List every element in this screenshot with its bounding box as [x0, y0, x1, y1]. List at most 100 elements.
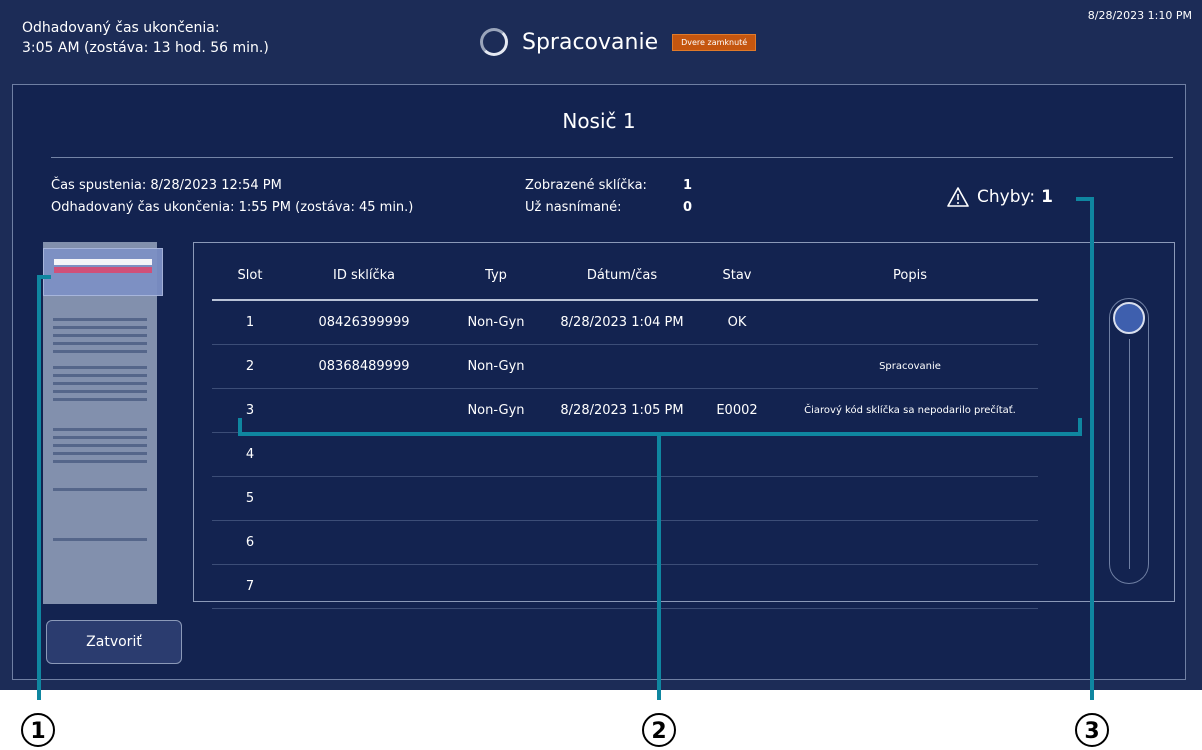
table-header-row: Slot ID sklíčka Typ Dátum/čas Stav Popis [212, 251, 1038, 301]
cell-status: E0002 [692, 388, 782, 433]
overall-eta: Odhadovaný čas ukončenia: 3:05 AM (zostá… [22, 18, 269, 58]
carrier-slide-map[interactable] [43, 242, 163, 604]
cell-slot: 1 [212, 300, 288, 345]
divider [51, 157, 1173, 158]
slider-handle[interactable] [1113, 302, 1145, 334]
slides-table: Slot ID sklíčka Typ Dátum/čas Stav Popis… [212, 251, 1038, 609]
vertical-scroll-slider[interactable] [1109, 298, 1149, 584]
callout-2-line [657, 434, 661, 700]
cell-description [782, 520, 1038, 565]
shown-slides-value: 1 [683, 178, 693, 193]
cell-slide-id [288, 388, 440, 433]
callout-1-line [37, 275, 51, 279]
col-slide-id: ID sklíčka [288, 251, 440, 301]
cell-slide-id [288, 476, 440, 521]
cell-status [692, 520, 782, 565]
callout-2-bracket [1078, 418, 1082, 436]
callout-1-line [37, 275, 41, 700]
cell-type [440, 432, 552, 477]
cell-slot: 7 [212, 564, 288, 609]
slot-line [53, 342, 147, 345]
slot-line [53, 350, 147, 353]
cell-type [440, 564, 552, 609]
carrier-eta: Odhadovaný čas ukončenia: 1:55 PM (zostá… [51, 200, 414, 215]
slide-counts: Zobrazené sklíčka: 1 Už nasnímané: 0 [525, 175, 692, 219]
col-datetime: Dátum/čas [552, 251, 692, 301]
errors-count: 1 [1041, 187, 1053, 207]
processing-status: Spracovanie Dvere zamknuté [480, 22, 757, 62]
slot-line [53, 326, 147, 329]
table-row[interactable]: 7 [212, 564, 1038, 609]
cell-datetime: 8/28/2023 1:05 PM [552, 388, 692, 433]
cell-description [782, 564, 1038, 609]
system-clock: 8/28/2023 1:10 PM [1087, 9, 1192, 22]
cell-description: Spracovanie [782, 344, 1038, 389]
cell-datetime: 8/28/2023 1:04 PM [552, 300, 692, 345]
cell-description [782, 300, 1038, 345]
callout-3-line [1090, 197, 1094, 700]
cell-type [440, 476, 552, 521]
cell-slot: 5 [212, 476, 288, 521]
warning-triangle-icon [947, 187, 969, 207]
cell-datetime [552, 344, 692, 389]
cell-type: Non-Gyn [440, 388, 552, 433]
slot-line [53, 452, 147, 455]
table-row[interactable]: 4 [212, 432, 1038, 477]
cell-datetime [552, 476, 692, 521]
slot-line [53, 460, 147, 463]
top-status-bar: Odhadovaný čas ukončenia: 3:05 AM (zostá… [0, 0, 1202, 80]
slot-line [53, 374, 147, 377]
col-type: Typ [440, 251, 552, 301]
cell-slot: 4 [212, 432, 288, 477]
errors-label: Chyby: [977, 187, 1036, 207]
callout-2: 2 [642, 713, 676, 747]
col-status: Stav [692, 251, 782, 301]
table-row[interactable]: 5 [212, 476, 1038, 521]
col-description: Popis [782, 251, 1038, 301]
slide-slot-selected [54, 267, 152, 273]
cell-status [692, 476, 782, 521]
carrier-times: Čas spustenia: 8/28/2023 12:54 PM Odhado… [51, 175, 413, 219]
slot-line [53, 382, 147, 385]
callout-2-bracket [238, 418, 242, 436]
close-button[interactable]: Zatvoriť [46, 620, 182, 664]
table-row[interactable]: 3 Non-Gyn 8/28/2023 1:05 PM E0002 Čiarov… [212, 388, 1038, 433]
cell-description [782, 476, 1038, 521]
cell-slide-id: 08368489999 [288, 344, 440, 389]
status-title: Spracovanie [522, 29, 659, 55]
cell-status: OK [692, 300, 782, 345]
slides-table-container: Slot ID sklíčka Typ Dátum/čas Stav Popis… [193, 242, 1175, 609]
slot-line [53, 390, 147, 393]
table-row[interactable]: 6 [212, 520, 1038, 565]
overall-eta-label: Odhadovaný čas ukončenia: [22, 20, 220, 36]
errors-indicator[interactable]: Chyby: 1 [947, 187, 1053, 207]
cell-datetime [552, 520, 692, 565]
start-time: Čas spustenia: 8/28/2023 12:54 PM [51, 178, 282, 193]
cell-type: Non-Gyn [440, 300, 552, 345]
slide-slot-1 [54, 259, 152, 265]
cell-status [692, 344, 782, 389]
slot-line [53, 538, 147, 541]
panel-title: Nosič 1 [562, 109, 636, 133]
cell-slot: 6 [212, 520, 288, 565]
instrument-screen: Odhadovaný čas ukončenia: 3:05 AM (zostá… [0, 0, 1202, 690]
table-row[interactable]: 1 08426399999 Non-Gyn 8/28/2023 1:04 PM … [212, 300, 1038, 345]
slot-line [53, 444, 147, 447]
cell-type [440, 520, 552, 565]
cell-description: Čiarový kód sklíčka sa nepodarilo prečít… [782, 388, 1038, 433]
cell-slide-id [288, 564, 440, 609]
carrier-detail-panel: Nosič 1 Čas spustenia: 8/28/2023 12:54 P… [12, 84, 1186, 680]
table-row[interactable]: 2 08368489999 Non-Gyn Spracovanie [212, 344, 1038, 389]
cell-slide-id: 08426399999 [288, 300, 440, 345]
cell-slide-id [288, 520, 440, 565]
cell-slide-id [288, 432, 440, 477]
slot-line [53, 334, 147, 337]
callout-3: 3 [1075, 713, 1109, 747]
scanned-value: 0 [683, 200, 693, 215]
scanned-label: Už nasnímané: [525, 200, 622, 215]
cell-status [692, 432, 782, 477]
slot-line [53, 318, 147, 321]
slot-line [53, 428, 147, 431]
callout-1: 1 [21, 713, 55, 747]
cell-datetime [552, 432, 692, 477]
